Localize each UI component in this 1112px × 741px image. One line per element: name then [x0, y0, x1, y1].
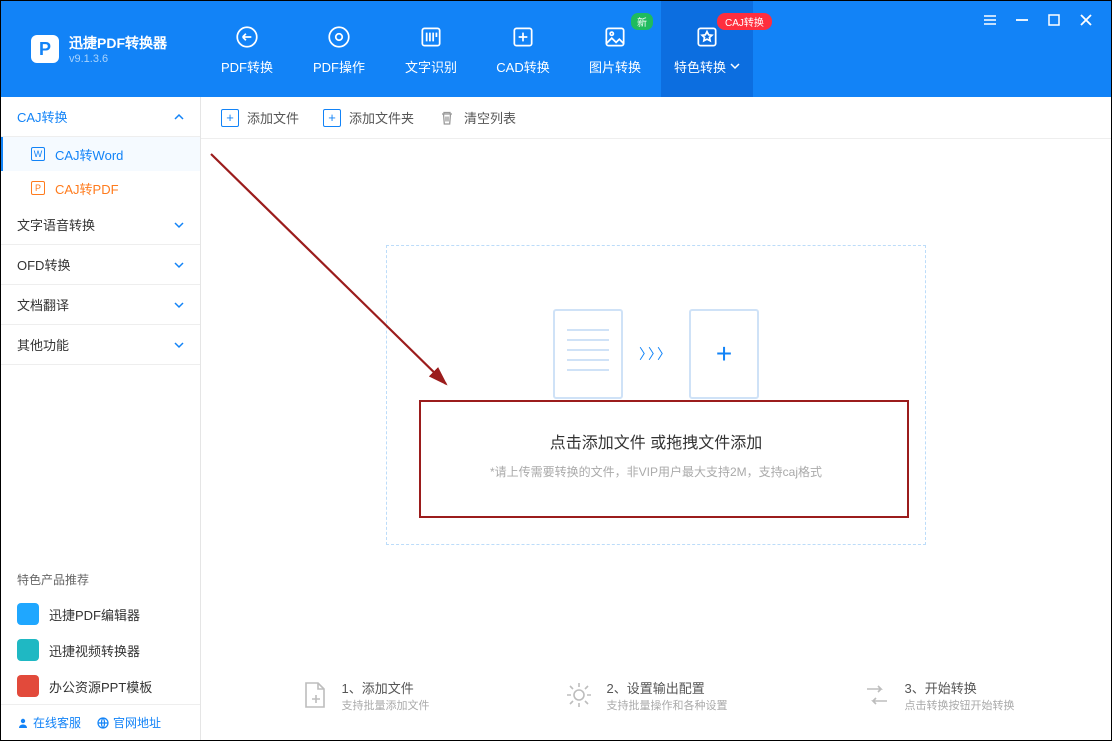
app-title: 迅捷PDF转换器: [69, 33, 167, 53]
minimize-button[interactable]: [1015, 13, 1029, 27]
step-title: 1、添加文件: [342, 681, 414, 696]
promo-label: 迅捷PDF编辑器: [49, 605, 140, 624]
clear-list-button[interactable]: 清空列表: [438, 108, 516, 127]
sidebar-item-label: CAJ转Word: [55, 145, 123, 164]
menu-icon[interactable]: [983, 13, 997, 27]
step-3: 3、开始转换 点击转换按钮开始转换: [861, 678, 1015, 713]
step3-icon: [861, 679, 893, 711]
promo-pdf-editor[interactable]: 迅捷PDF编辑器: [1, 596, 200, 632]
app-logo-area: P 迅捷PDF转换器 v9.1.3.6: [1, 33, 201, 65]
step-sub: 支持批量添加文件: [342, 697, 430, 713]
main-panel: + 添加文件 + 添加文件夹 清空列表 〉〉〉 + 点击添加文件 或拖拽文件添加: [201, 97, 1111, 740]
editor-icon: [17, 603, 39, 625]
step-1: 1、添加文件 支持批量添加文件: [298, 678, 430, 713]
sidebar-group-label: 文字语音转换: [17, 215, 95, 234]
arrows-icon: 〉〉〉: [639, 344, 673, 364]
plus-icon: +: [221, 109, 239, 127]
new-badge: 新: [631, 13, 653, 30]
sidebar-item-label: CAJ转PDF: [55, 179, 119, 198]
cad-icon: [509, 23, 537, 51]
word-icon: W: [31, 147, 45, 161]
chevron-down-icon: [174, 220, 184, 230]
nav-label: CAD转换: [496, 57, 549, 76]
operate-icon: [325, 23, 353, 51]
app-header: P 迅捷PDF转换器 v9.1.3.6 PDF转换 PDF操作 文字识别 CAD…: [1, 1, 1111, 97]
add-folder-button[interactable]: + 添加文件夹: [323, 108, 414, 127]
step-title: 3、开始转换: [905, 681, 977, 696]
nav-ocr[interactable]: 文字识别: [385, 1, 477, 97]
add-document-icon: +: [689, 309, 759, 399]
step-2: 2、设置输出配置 支持批量操作和各种设置: [563, 678, 728, 713]
window-controls: [983, 13, 1093, 27]
close-button[interactable]: [1079, 13, 1093, 27]
promo-video[interactable]: 迅捷视频转换器: [1, 632, 200, 668]
special-icon: [693, 23, 721, 51]
promo-heading: 特色产品推荐: [1, 563, 200, 596]
step1-icon: [298, 679, 330, 711]
app-version: v9.1.3.6: [69, 53, 167, 65]
sidebar-group-other[interactable]: 其他功能: [1, 325, 200, 365]
nav-pdf-operate[interactable]: PDF操作: [293, 1, 385, 97]
sidebar-group-label: CAJ转换: [17, 107, 68, 126]
top-nav: PDF转换 PDF操作 文字识别 CAD转换 图片转换 新 特色转换 CAJ转换: [201, 1, 753, 97]
ie-icon: [97, 717, 109, 729]
drop-title: 点击添加文件 或拖拽文件添加: [550, 429, 762, 453]
nav-label: 图片转换: [589, 57, 641, 76]
nav-label: 特色转换: [674, 57, 726, 76]
sidebar-item-caj-word[interactable]: W CAJ转Word: [1, 137, 200, 171]
add-file-button[interactable]: + 添加文件: [221, 108, 299, 127]
sidebar-group-ofd[interactable]: OFD转换: [1, 245, 200, 285]
ocr-icon: [417, 23, 445, 51]
image-icon: [601, 23, 629, 51]
dropzone-illustration: 〉〉〉 +: [553, 309, 759, 399]
promo-label: 迅捷视频转换器: [49, 641, 140, 660]
sidebar: CAJ转换 W CAJ转Word P CAJ转PDF 文字语音转换 OFD转换 …: [1, 97, 201, 740]
sidebar-group-label: 文档翻译: [17, 295, 69, 314]
nav-label: 文字识别: [405, 57, 457, 76]
sidebar-item-caj-pdf[interactable]: P CAJ转PDF: [1, 171, 200, 205]
sidebar-group-label: 其他功能: [17, 335, 69, 354]
nav-image[interactable]: 图片转换 新: [569, 1, 661, 97]
chevron-up-icon: [174, 112, 184, 122]
step-sub: 支持批量操作和各种设置: [607, 697, 728, 713]
drop-hint: *请上传需要转换的文件，非VIP用户最大支持2M，支持caj格式: [490, 463, 822, 480]
nav-label: PDF操作: [313, 57, 365, 76]
convert-icon: [233, 23, 261, 51]
caj-badge: CAJ转换: [717, 13, 772, 30]
sidebar-group-label: OFD转换: [17, 255, 70, 274]
nav-pdf-convert[interactable]: PDF转换: [201, 1, 293, 97]
sidebar-group-voice[interactable]: 文字语音转换: [1, 205, 200, 245]
folder-plus-icon: +: [323, 109, 341, 127]
nav-special[interactable]: 特色转换 CAJ转换: [661, 1, 753, 97]
person-icon: [17, 717, 29, 729]
chevron-down-icon: [174, 260, 184, 270]
chevron-down-icon: [174, 340, 184, 350]
nav-label: PDF转换: [221, 57, 273, 76]
step2-icon: [563, 679, 595, 711]
document-icon: [553, 309, 623, 399]
dashed-dropzone: 〉〉〉 + 点击添加文件 或拖拽文件添加 *请上传需要转换的文件，非VIP用户最…: [386, 245, 926, 545]
file-toolbar: + 添加文件 + 添加文件夹 清空列表: [201, 97, 1111, 139]
video-icon: [17, 639, 39, 661]
ppt-icon: [17, 675, 39, 697]
trash-icon: [438, 109, 456, 127]
website-link[interactable]: 官网地址: [97, 714, 161, 731]
pdf-icon: P: [31, 181, 45, 195]
nav-cad[interactable]: CAD转换: [477, 1, 569, 97]
chevron-down-icon: [174, 300, 184, 310]
steps-row: 1、添加文件 支持批量添加文件 2、设置输出配置 支持批量操作和各种设置 3、开…: [201, 650, 1111, 740]
step-sub: 点击转换按钮开始转换: [905, 697, 1015, 713]
maximize-button[interactable]: [1047, 13, 1061, 27]
promo-label: 办公资源PPT模板: [49, 677, 152, 696]
support-link[interactable]: 在线客服: [17, 714, 81, 731]
sidebar-group-caj[interactable]: CAJ转换: [1, 97, 200, 137]
promo-ppt[interactable]: 办公资源PPT模板: [1, 668, 200, 704]
sidebar-footer: 在线客服 官网地址: [1, 704, 200, 740]
step-title: 2、设置输出配置: [607, 681, 705, 696]
chevron-down-icon: [730, 61, 740, 71]
sidebar-group-translate[interactable]: 文档翻译: [1, 285, 200, 325]
app-logo-icon: P: [31, 35, 59, 63]
drop-area[interactable]: 〉〉〉 + 点击添加文件 或拖拽文件添加 *请上传需要转换的文件，非VIP用户最…: [201, 139, 1111, 650]
